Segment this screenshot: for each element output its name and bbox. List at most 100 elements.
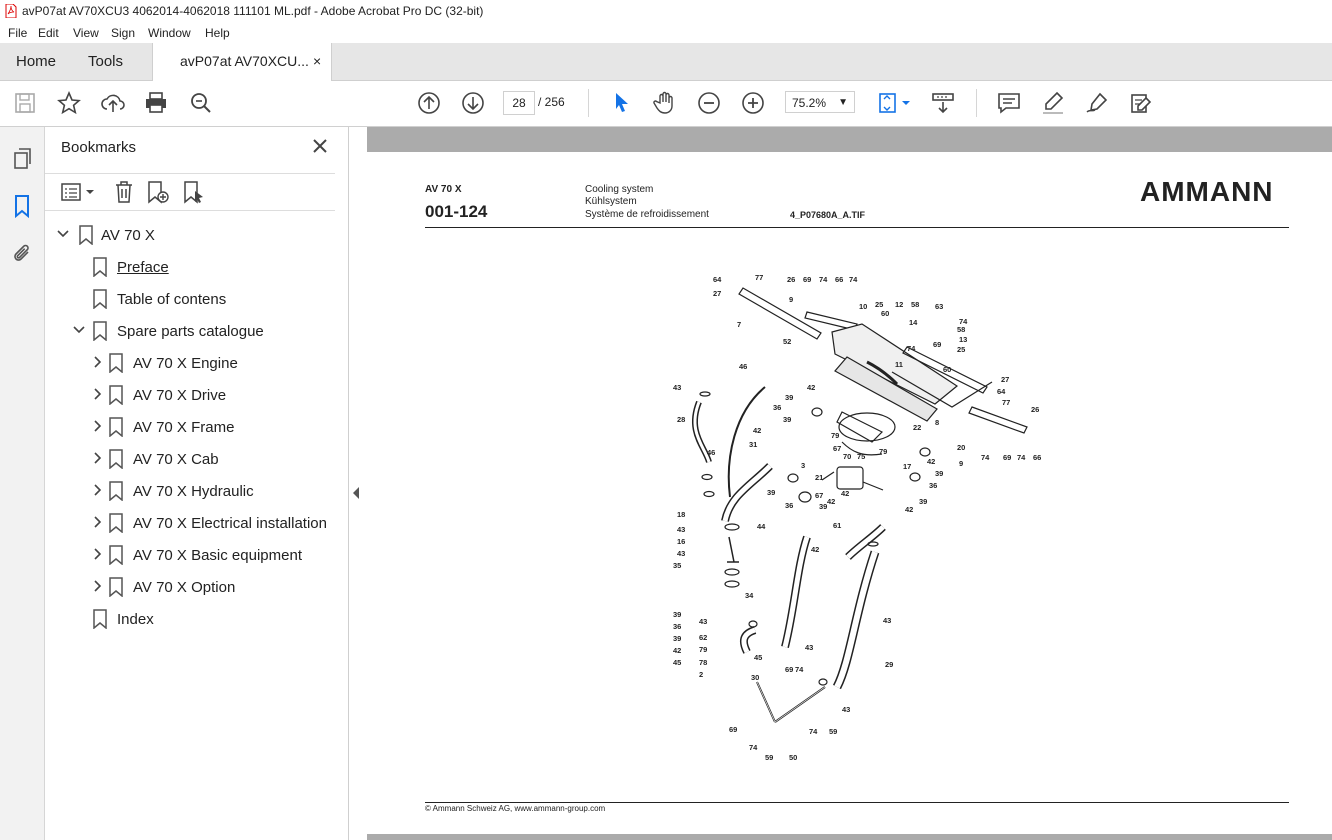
part-callout: 30 [751, 673, 759, 682]
part-callout: 66 [1033, 453, 1041, 462]
tab-close-icon[interactable]: × [313, 43, 321, 80]
chevron-right-icon[interactable] [91, 387, 103, 401]
delete-bookmark-icon[interactable] [113, 180, 135, 204]
part-callout: 77 [1002, 398, 1010, 407]
bookmark-icon [109, 417, 123, 437]
part-callout: 46 [739, 362, 747, 371]
zoom-in-icon[interactable] [740, 90, 766, 116]
part-callout: 64 [997, 387, 1006, 396]
bookmark-from-selection-icon[interactable] [182, 180, 206, 204]
save-icon[interactable] [12, 90, 38, 116]
chevron-right-icon[interactable] [91, 419, 103, 433]
part-callout: 67 [815, 491, 823, 500]
zoom-level-select[interactable]: 75.2% ▼ [785, 91, 855, 113]
part-callout: 35 [673, 561, 681, 570]
toolbar-divider [976, 89, 977, 117]
part-callout: 42 [841, 489, 849, 498]
part-callout: 39 [919, 497, 927, 506]
part-callout: 77 [755, 273, 763, 282]
chevron-down-icon[interactable] [57, 227, 69, 241]
part-callout: 36 [785, 501, 793, 510]
fit-page-icon[interactable] [876, 90, 912, 116]
menu-window[interactable]: Window [148, 26, 191, 40]
bookmarks-panel: Bookmarks AV 70 X Preface Table of conte… [45, 127, 349, 840]
section-title-de: Kühlsystem [585, 196, 637, 207]
part-callout: 42 [807, 383, 815, 392]
part-callout: 69 [1003, 453, 1011, 462]
chevron-right-icon[interactable] [91, 451, 103, 465]
part-callout: 67 [833, 444, 841, 453]
next-page-icon[interactable] [460, 90, 486, 116]
menu-help[interactable]: Help [205, 26, 230, 40]
window-title: avP07at AV70XCU3 4062014-4062018 111101 … [22, 4, 484, 18]
comment-icon[interactable] [996, 90, 1022, 116]
part-callout: 62 [699, 633, 707, 642]
part-callout: 43 [883, 616, 891, 625]
zoom-out-icon[interactable] [696, 90, 722, 116]
part-callout: 39 [783, 415, 791, 424]
chevron-right-icon[interactable] [91, 547, 103, 561]
part-callout: 39 [673, 610, 681, 619]
scroll-mode-icon[interactable] [930, 90, 956, 116]
title-bar: avP07at AV70XCU3 4062014-4062018 111101 … [0, 0, 1332, 22]
part-callout: 2 [699, 670, 703, 679]
previous-page-icon[interactable] [416, 90, 442, 116]
bookmark-options-icon[interactable] [61, 182, 97, 202]
bookmarks-toolbar [45, 173, 335, 211]
part-callout: 69 [803, 275, 811, 284]
select-cursor-icon[interactable] [608, 90, 634, 116]
part-callout: 42 [811, 545, 819, 554]
chevron-right-icon[interactable] [91, 579, 103, 593]
page-thumbnails-icon[interactable] [12, 147, 34, 171]
collapse-panel-icon[interactable] [352, 486, 360, 500]
bookmarks-panel-icon[interactable] [13, 194, 31, 218]
highlight-pen-icon[interactable] [1040, 90, 1066, 116]
sign-draw-icon[interactable] [1084, 90, 1110, 116]
bookmark-icon [93, 609, 107, 629]
tab-tools[interactable]: Tools [88, 43, 123, 80]
part-callout: 74 [809, 727, 818, 736]
part-callout: 36 [673, 622, 681, 631]
chevron-right-icon[interactable] [91, 355, 103, 369]
part-callout: 26 [1031, 405, 1039, 414]
tab-document[interactable]: avP07at AV70XCU... × [152, 43, 332, 81]
close-icon[interactable] [311, 137, 329, 155]
page-number-input[interactable]: 28 [503, 91, 535, 115]
part-callout: 58 [911, 300, 919, 309]
upload-cloud-icon[interactable] [100, 90, 126, 116]
part-callout: 74 [795, 665, 804, 674]
attachments-icon[interactable] [12, 241, 34, 265]
brand-logo: AMMANN [1140, 176, 1274, 207]
part-callout: 39 [785, 393, 793, 402]
bookmark-label: AV 70 X Frame [133, 419, 235, 436]
bookmark-label: Table of contens [117, 291, 227, 308]
print-icon[interactable] [143, 90, 169, 116]
part-callout: 64 [713, 275, 722, 284]
bookmark-icon [93, 257, 107, 277]
exploded-parts-diagram: 64 7727726 69 74 66 74910 25 12 58 6314 7458132560… [673, 273, 1041, 762]
section-title-fr: Système de refroidissement [585, 209, 709, 220]
part-callout: 36 [929, 481, 937, 490]
hand-tool-icon[interactable] [652, 90, 678, 116]
fill-sign-icon[interactable] [1128, 90, 1154, 116]
new-bookmark-icon[interactable] [146, 180, 170, 204]
bookmark-icon [109, 577, 123, 597]
menu-view[interactable]: View [73, 26, 99, 40]
chevron-down-icon[interactable] [73, 323, 85, 337]
tab-home[interactable]: Home [16, 43, 56, 80]
part-callout: 69 [785, 665, 793, 674]
chevron-right-icon[interactable] [91, 515, 103, 529]
menu-file[interactable]: File [8, 26, 27, 40]
part-callout: 25 [957, 345, 965, 354]
menu-edit[interactable]: Edit [38, 26, 59, 40]
part-callout: 8 [935, 418, 939, 427]
star-icon[interactable] [56, 90, 82, 116]
part-callout: 60 [943, 365, 951, 374]
part-callout: 28 [677, 415, 685, 424]
part-callout: 9 [959, 459, 963, 468]
menu-sign[interactable]: Sign [111, 26, 135, 40]
zoom-search-icon[interactable] [188, 90, 214, 116]
zoom-level-value: 75.2% [792, 96, 827, 110]
bookmark-label: AV 70 X Option [133, 579, 236, 596]
chevron-right-icon[interactable] [91, 483, 103, 497]
